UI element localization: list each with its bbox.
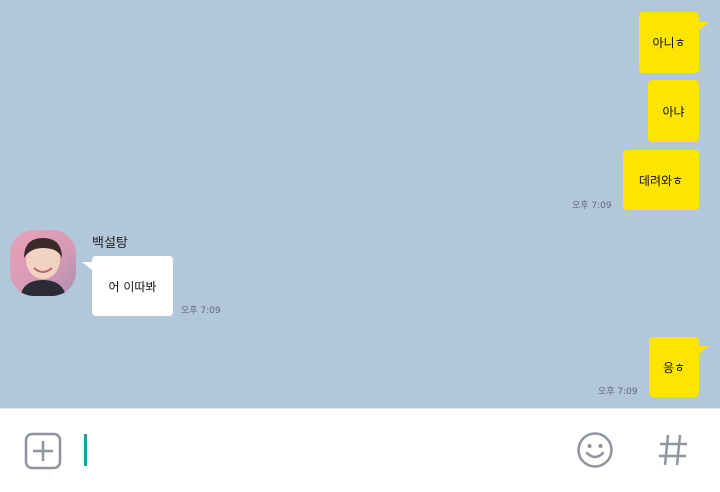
bubble-tail bbox=[699, 346, 709, 354]
my-message-bubble[interactable]: 아냐 bbox=[648, 80, 699, 142]
message-text: 응ㅎ bbox=[662, 360, 686, 375]
chat-area[interactable]: 아니ㅎ 아냐 데려와ㅎ 오후 7:09 백설탕 어 이따봐 오후 7:09 응ㅎ… bbox=[0, 0, 720, 408]
message-input-bar bbox=[0, 408, 720, 492]
my-message-bubble[interactable]: 응ㅎ bbox=[649, 337, 699, 397]
message-text: 데려와ㅎ bbox=[638, 173, 684, 188]
message-text: 아니ㅎ bbox=[652, 36, 686, 50]
sender-name: 백설탕 bbox=[92, 236, 128, 251]
message-text: 어 이따봐 bbox=[108, 279, 157, 294]
message-timestamp: 오후 7:09 bbox=[572, 201, 612, 211]
text-cursor bbox=[84, 434, 87, 466]
bubble-tail bbox=[699, 22, 709, 30]
avatar[interactable] bbox=[10, 230, 76, 296]
profile-photo bbox=[10, 230, 76, 296]
my-message-bubble[interactable]: 아니ㅎ bbox=[639, 12, 699, 73]
message-input[interactable] bbox=[90, 430, 554, 472]
message-text: 아냐 bbox=[662, 104, 685, 119]
their-message-bubble[interactable]: 어 이따봐 bbox=[92, 256, 173, 316]
message-timestamp: 오후 7:09 bbox=[598, 387, 638, 397]
my-message-bubble[interactable]: 데려와ㅎ bbox=[623, 150, 699, 210]
plus-icon[interactable] bbox=[24, 432, 62, 474]
hashtag-icon[interactable] bbox=[656, 432, 690, 472]
message-timestamp: 오후 7:09 bbox=[181, 306, 221, 316]
emoji-icon[interactable] bbox=[576, 431, 614, 473]
divider bbox=[0, 408, 720, 409]
bubble-tail bbox=[82, 262, 92, 270]
